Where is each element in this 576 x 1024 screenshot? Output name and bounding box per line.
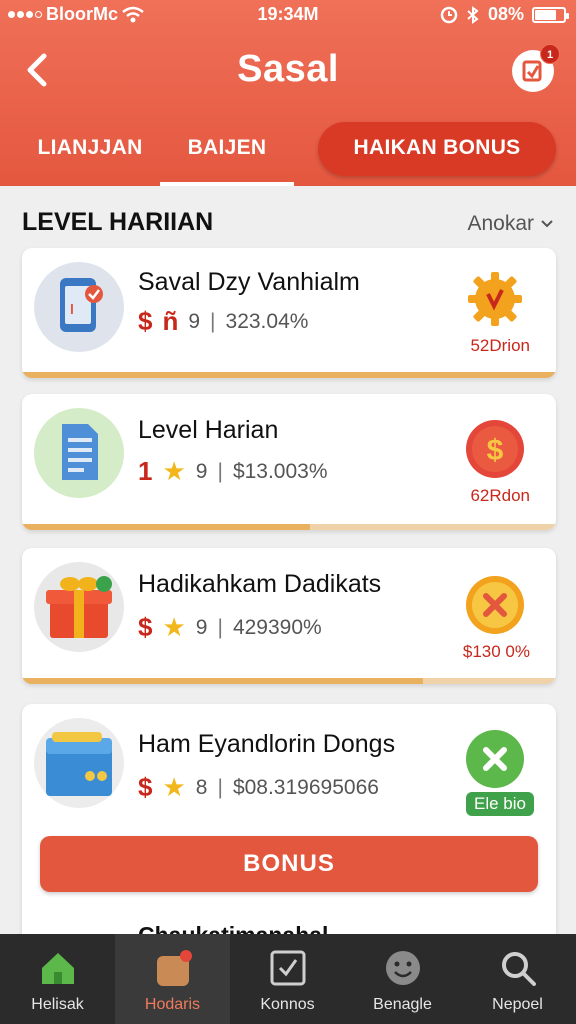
nav-label: Helisak [31,996,84,1013]
nav-label: Nepoel [492,996,543,1013]
home-icon [42,953,74,984]
card-title: Level Harian [138,416,279,444]
nav-label: Konnos [260,996,315,1013]
card-title: Hadikahkam Dadikats [138,570,382,598]
card-meta-prefix: 1 [138,456,153,486]
gear-icon [468,272,522,326]
tab-haikan-bonus[interactable]: HAIKAN BONUS [318,122,556,176]
battery-icon [532,6,569,23]
separator: | [210,309,216,333]
card-amount: 429390% [232,615,322,639]
reward-label: Ele bio [466,792,534,816]
reward-label: $130 0% [462,642,530,661]
nav-item-benagle[interactable]: Benagle [345,934,460,1024]
nav-item-nepoel[interactable]: Nepoel [460,934,575,1024]
card-amount: 323.04% [225,309,309,333]
card-count: 8 [195,775,208,799]
section-title: LEVEL HARIIAN [22,208,214,236]
nav-item-konnos[interactable]: Konnos [230,934,345,1024]
nav-item-home[interactable]: Helisak [0,934,115,1024]
star-icon: ★ [162,456,186,486]
reward-label: 52Drion [470,336,530,355]
card-meta-prefix: $ [138,772,153,802]
alarm-icon [440,6,458,23]
sort-dropdown[interactable]: Anokar [467,212,554,236]
star-icon: ★ [162,772,186,802]
separator: | [217,775,223,799]
card-count: 9 [188,309,201,333]
notification-badge: 1 [540,44,560,64]
phone-icon: l [34,262,124,352]
separator: | [217,459,223,483]
progress-bar [22,524,556,530]
card-meta-prefix: ñ [162,306,179,336]
card-amount: $13.003% [232,459,328,483]
x-green-icon [466,730,524,788]
quest-card[interactable]: Hadikahkam Dadikats $ ★ 9 | 429390% $130… [22,548,556,684]
quest-card-expanded[interactable]: Ham Eyandlorin Dongs $ ★ 8 | $08.3196950… [22,704,556,944]
separator: | [217,615,223,639]
bluetooth-icon [467,5,479,24]
bag-icon [157,950,192,986]
svg-text:$: $ [487,434,504,467]
card-meta: $ ★ 9 | 429390% [138,612,322,643]
reward-label: 62Rdon [470,486,530,505]
card-amount: $08.319695066 [232,775,379,799]
nav-item-hodaris[interactable]: Hodaris [115,934,230,1024]
card-meta: 1 ★ 9 | $13.003% [138,456,328,487]
progress-bar [22,372,556,378]
card-title: Ham Eyandlorin Dongs [138,730,396,758]
nav-label: Benagle [373,996,432,1013]
card-meta-prefix: $ [138,612,153,642]
search-icon [502,952,536,986]
gift-icon [34,562,124,652]
status-indicators: 08% [440,4,569,25]
tab-lianjjan[interactable]: LIANJJAN [20,120,160,180]
checkbox-icon [270,950,306,986]
quest-card[interactable]: Level Harian 1 ★ 9 | $13.003% $ 62Rdon [22,394,556,530]
notifications-button[interactable]: 1 [512,44,560,92]
page-title: Sasal [237,48,339,90]
card-count: 9 [195,615,208,639]
bonus-button[interactable]: BONUS [40,836,538,892]
progress-bar [22,678,556,684]
nav-label: Hodaris [144,996,201,1013]
card-meta: $ ★ 8 | $08.319695066 [138,772,379,803]
smiley-icon [386,951,420,985]
document-icon [34,408,124,498]
star-icon: ★ [162,612,186,642]
battery-percent: 08% [487,4,524,24]
card-meta: $ ñ 9 | 323.04% [138,306,308,337]
status-bar: BloorMc 19:34M 08% [0,0,576,30]
app-header: BloorMc 19:34M 08% Sasal 1 LIANJJAN BAIJ… [0,0,576,186]
dollar-coin-icon: $ [466,420,524,478]
card-count: 9 [195,459,208,483]
svg-text:l: l [70,301,74,317]
card-title: Saval Dzy Vanhialm [138,268,360,296]
treasure-box-icon [34,718,124,808]
bottom-nav: Helisak Hodaris Konnos Benagle Nepoel [0,934,576,1024]
dollar-icon: $ [138,306,153,336]
tab-bar: LIANJJAN BAIJEN HAIKAN BONUS [0,120,576,186]
chevron-down-icon [541,220,553,228]
tab-baijen[interactable]: BAIJEN [160,120,294,186]
x-coin-icon [466,576,524,634]
sort-label: Anokar [467,212,534,235]
quest-card[interactable]: l Saval Dzy Vanhialm $ ñ 9 | 323.04% 52D… [22,248,556,378]
